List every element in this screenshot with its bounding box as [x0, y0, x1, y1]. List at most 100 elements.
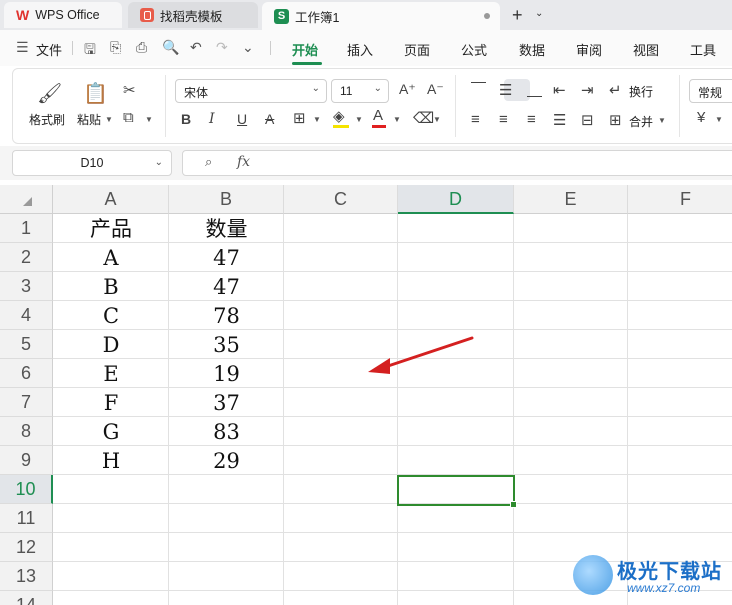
- format-painter-button[interactable]: 格式刷: [29, 111, 65, 128]
- cut-icon[interactable]: ✂: [123, 81, 136, 99]
- chevron-down-icon[interactable]: ▼: [393, 115, 401, 124]
- export-icon[interactable]: ⎘: [110, 39, 121, 56]
- column-header-c[interactable]: C: [284, 185, 398, 214]
- tab-workbook[interactable]: S 工作簿1: [262, 2, 500, 30]
- merge-icon[interactable]: ⊞: [609, 111, 622, 129]
- paste-button[interactable]: 粘贴: [77, 111, 101, 128]
- select-all-corner[interactable]: [0, 185, 53, 214]
- format-painter-icon[interactable]: 🖌: [37, 81, 62, 106]
- eraser-icon[interactable]: ⌫: [413, 109, 434, 127]
- cell-a4[interactable]: C: [53, 301, 169, 330]
- row-header-7[interactable]: 7: [0, 388, 53, 417]
- cell-b4[interactable]: 78: [169, 301, 284, 330]
- cell-a2[interactable]: A: [53, 243, 169, 272]
- bold-icon[interactable]: B: [181, 111, 191, 127]
- row-header-14[interactable]: 14: [0, 591, 53, 605]
- cell-b1[interactable]: 数量: [169, 214, 284, 243]
- border-icon[interactable]: ⊞: [293, 109, 306, 127]
- column-header-f[interactable]: F: [628, 185, 732, 214]
- cell-b2[interactable]: 47: [169, 243, 284, 272]
- justify-icon[interactable]: ☰: [553, 111, 566, 129]
- save-icon[interactable]: 🖫: [84, 39, 96, 63]
- font-name-select[interactable]: 宋体 ⌄: [175, 79, 327, 103]
- increase-font-icon[interactable]: A⁺: [399, 81, 416, 98]
- number-format-select[interactable]: 常规: [689, 79, 732, 103]
- cell-b3[interactable]: 47: [169, 272, 284, 301]
- chevron-down-icon[interactable]: ▼: [715, 115, 723, 124]
- currency-icon[interactable]: ¥: [697, 109, 705, 126]
- wrap-text-icon[interactable]: ↵: [609, 81, 622, 99]
- tab-home[interactable]: 开始: [292, 40, 318, 59]
- tab-review[interactable]: 审阅: [576, 40, 602, 59]
- row-header-1[interactable]: 1: [0, 214, 53, 243]
- row-header-8[interactable]: 8: [0, 417, 53, 446]
- increase-indent-icon[interactable]: ⇥: [581, 81, 594, 99]
- tab-wps-office[interactable]: W WPS Office: [4, 2, 122, 28]
- chevron-down-icon[interactable]: ▼: [105, 115, 113, 124]
- tab-view[interactable]: 视图: [633, 40, 659, 59]
- column-header-a[interactable]: A: [53, 185, 169, 214]
- chevron-down-icon[interactable]: ⌄: [242, 39, 254, 56]
- row-header-10[interactable]: 10: [0, 475, 53, 504]
- distributed-icon[interactable]: ⊟: [581, 111, 594, 129]
- chevron-down-icon[interactable]: ⌄: [535, 8, 543, 19]
- row-header-11[interactable]: 11: [0, 504, 53, 533]
- print-icon[interactable]: ⎙: [136, 39, 147, 56]
- cell-a1[interactable]: 产品: [53, 214, 169, 243]
- row-header-3[interactable]: 3: [0, 272, 53, 301]
- cell-a6[interactable]: E: [53, 359, 169, 388]
- row-header-13[interactable]: 13: [0, 562, 53, 591]
- chevron-down-icon[interactable]: ▼: [658, 116, 666, 125]
- column-header-b[interactable]: B: [169, 185, 284, 214]
- tab-tools[interactable]: 工具: [690, 40, 716, 59]
- cell-a8[interactable]: G: [53, 417, 169, 446]
- align-bottom-icon[interactable]: ⎽: [527, 81, 542, 98]
- fill-color-icon[interactable]: ◈: [333, 107, 345, 125]
- decrease-indent-icon[interactable]: ⇤: [553, 81, 566, 99]
- font-color-icon[interactable]: A: [373, 107, 383, 124]
- chevron-down-icon[interactable]: ▼: [433, 115, 441, 124]
- merge-button[interactable]: 合并: [629, 113, 653, 130]
- cell-b7[interactable]: 37: [169, 388, 284, 417]
- function-icon[interactable]: fx: [237, 154, 250, 170]
- tab-formula[interactable]: 公式: [461, 40, 487, 59]
- row-header-2[interactable]: 2: [0, 243, 53, 272]
- spreadsheet-grid[interactable]: A B C D E F 1 2 3 4 5 6 7 8 9 10 11 12 13 14 产品 数量 A 47 B 47 C 78 D 3…: [0, 185, 732, 605]
- align-top-icon[interactable]: ⎺: [471, 81, 486, 98]
- cell-a5[interactable]: D: [53, 330, 169, 359]
- chevron-down-icon[interactable]: ▼: [355, 115, 363, 124]
- strikethrough-icon[interactable]: A: [265, 111, 274, 127]
- tab-data[interactable]: 数据: [519, 40, 545, 59]
- cell-a3[interactable]: B: [53, 272, 169, 301]
- decrease-font-icon[interactable]: A⁻: [427, 81, 444, 98]
- wrap-text-button[interactable]: 换行: [629, 83, 653, 100]
- underline-icon[interactable]: U: [237, 111, 247, 127]
- zoom-icon[interactable]: ⌕: [205, 154, 212, 170]
- column-header-d[interactable]: D: [398, 185, 514, 214]
- row-header-6[interactable]: 6: [0, 359, 53, 388]
- cell-b5[interactable]: 35: [169, 330, 284, 359]
- row-header-12[interactable]: 12: [0, 533, 53, 562]
- cell-a9[interactable]: H: [53, 446, 169, 475]
- selected-cell-d10[interactable]: [397, 475, 517, 508]
- paste-icon[interactable]: 📋: [83, 81, 108, 106]
- cell-b9[interactable]: 29: [169, 446, 284, 475]
- print-preview-icon[interactable]: 🔍: [162, 39, 179, 56]
- tab-insert[interactable]: 插入: [347, 40, 373, 59]
- new-tab-plus-icon[interactable]: +: [512, 5, 523, 26]
- cell-b8[interactable]: 83: [169, 417, 284, 446]
- align-right-icon[interactable]: ≡: [527, 111, 536, 128]
- cell-a7[interactable]: F: [53, 388, 169, 417]
- undo-icon[interactable]: ↶: [190, 39, 202, 56]
- row-header-5[interactable]: 5: [0, 330, 53, 359]
- redo-icon[interactable]: ↷: [216, 39, 228, 56]
- align-center-icon[interactable]: ≡: [499, 111, 508, 128]
- align-left-icon[interactable]: ≡: [471, 111, 480, 128]
- name-box[interactable]: D10 ⌄: [12, 150, 172, 176]
- italic-icon[interactable]: I: [209, 111, 215, 127]
- file-menu[interactable]: 文件: [36, 40, 62, 59]
- formula-input[interactable]: ⌕ fx: [182, 150, 732, 176]
- align-middle-icon[interactable]: ☰: [499, 81, 512, 99]
- tab-page[interactable]: 页面: [404, 40, 430, 59]
- copy-icon[interactable]: ⧉: [123, 109, 134, 126]
